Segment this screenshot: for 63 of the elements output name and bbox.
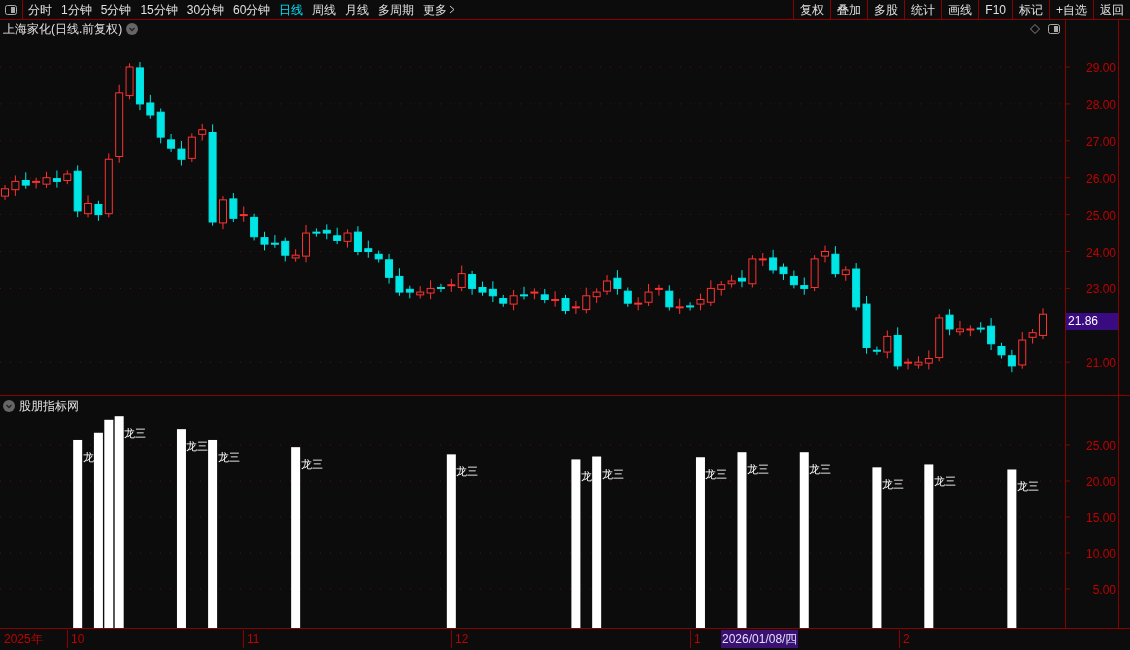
diamond-icon[interactable] <box>1030 24 1040 34</box>
dropdown-icon[interactable] <box>126 23 139 35</box>
price-tick-label: 28.00 <box>1085 97 1116 112</box>
price-tick-label: 25.00 <box>1085 208 1116 223</box>
signal-label: 龙三 <box>124 427 147 440</box>
panel-toggle-icon[interactable] <box>1048 24 1060 34</box>
toolbar-button[interactable]: 叠加 <box>830 0 868 20</box>
price-tick-label: 27.00 <box>1085 134 1116 149</box>
signal-label: 龙三 <box>601 467 624 480</box>
period-tab[interactable]: 15分钟 <box>140 0 178 19</box>
period-tab[interactable]: 多周期 <box>378 0 415 19</box>
collapse-icon[interactable] <box>3 400 15 412</box>
signal-label: 龙三 <box>747 463 769 476</box>
toolbar-button[interactable]: F10 <box>978 0 1012 20</box>
signal-label: 龙三 <box>1016 480 1039 493</box>
signal-label: 龙三 <box>705 468 728 481</box>
period-tab[interactable]: 日线 <box>279 0 304 19</box>
signal-label: 龙三 <box>933 475 956 488</box>
price-tick-label: 26.00 <box>1085 171 1116 186</box>
month-label: 11 <box>243 630 260 648</box>
last-price-tag: 21.86 <box>1066 313 1118 330</box>
more-button[interactable]: 更多 <box>423 0 456 19</box>
signal-label: 龙三 <box>186 440 209 453</box>
signal-label: 龙 <box>580 470 592 483</box>
signal-label: 龙三 <box>217 450 240 463</box>
month-label: 2 <box>899 630 910 648</box>
period-tab[interactable]: 30分钟 <box>186 0 225 19</box>
price-tick-label: 21.00 <box>1085 356 1116 371</box>
period-tab[interactable]: 60分钟 <box>233 0 271 19</box>
toolbar-button[interactable]: 多股 <box>867 0 905 20</box>
month-label: 10 <box>67 630 85 648</box>
period-tab[interactable]: 分时 <box>28 0 52 19</box>
indicator-tick-label: 10.00 <box>1085 547 1116 561</box>
toolbar-button[interactable]: 返回 <box>1093 0 1130 20</box>
toolbar-button[interactable]: 统计 <box>904 0 942 20</box>
signal-label: 龙三 <box>456 465 479 478</box>
price-tick-label: 23.00 <box>1085 282 1116 297</box>
cursor-date: 2026/01/08/四 <box>721 630 799 648</box>
signal-label: 龙三 <box>881 478 904 491</box>
signal-label: 龙三 <box>300 458 323 471</box>
toolbar-button[interactable]: 标记 <box>1012 0 1049 20</box>
indicator-tick-label: 25.00 <box>1085 439 1116 453</box>
signal-label: 龙三 <box>809 463 832 476</box>
indicator-title: 股朋指标网 <box>19 398 79 415</box>
toolbar-button[interactable]: 复权 <box>793 0 831 20</box>
indicator-tick-label: 5.00 <box>1092 583 1116 597</box>
panel-toggle-icon[interactable] <box>5 4 17 15</box>
chart-title: 上海家化(日线.前复权) <box>3 21 123 38</box>
period-tab[interactable]: 月线 <box>345 0 370 19</box>
month-label: 12 <box>451 630 469 648</box>
signal-label: 龙 <box>82 450 94 463</box>
price-tick-label: 29.00 <box>1085 61 1116 75</box>
period-tab[interactable]: 周线 <box>312 0 337 19</box>
toolbar-button[interactable]: 画线 <box>941 0 979 20</box>
month-label: 1 <box>690 630 701 648</box>
year-label: 2025年 <box>4 631 43 648</box>
indicator-tick-label: 15.00 <box>1085 511 1116 525</box>
period-tab[interactable]: 1分钟 <box>61 0 92 19</box>
toolbar-button[interactable]: +自选 <box>1049 0 1093 20</box>
price-tick-label: 24.00 <box>1085 245 1116 260</box>
chevron-right-icon <box>449 5 456 14</box>
period-tab[interactable]: 5分钟 <box>100 0 132 19</box>
indicator-tick-label: 20.00 <box>1085 475 1116 489</box>
